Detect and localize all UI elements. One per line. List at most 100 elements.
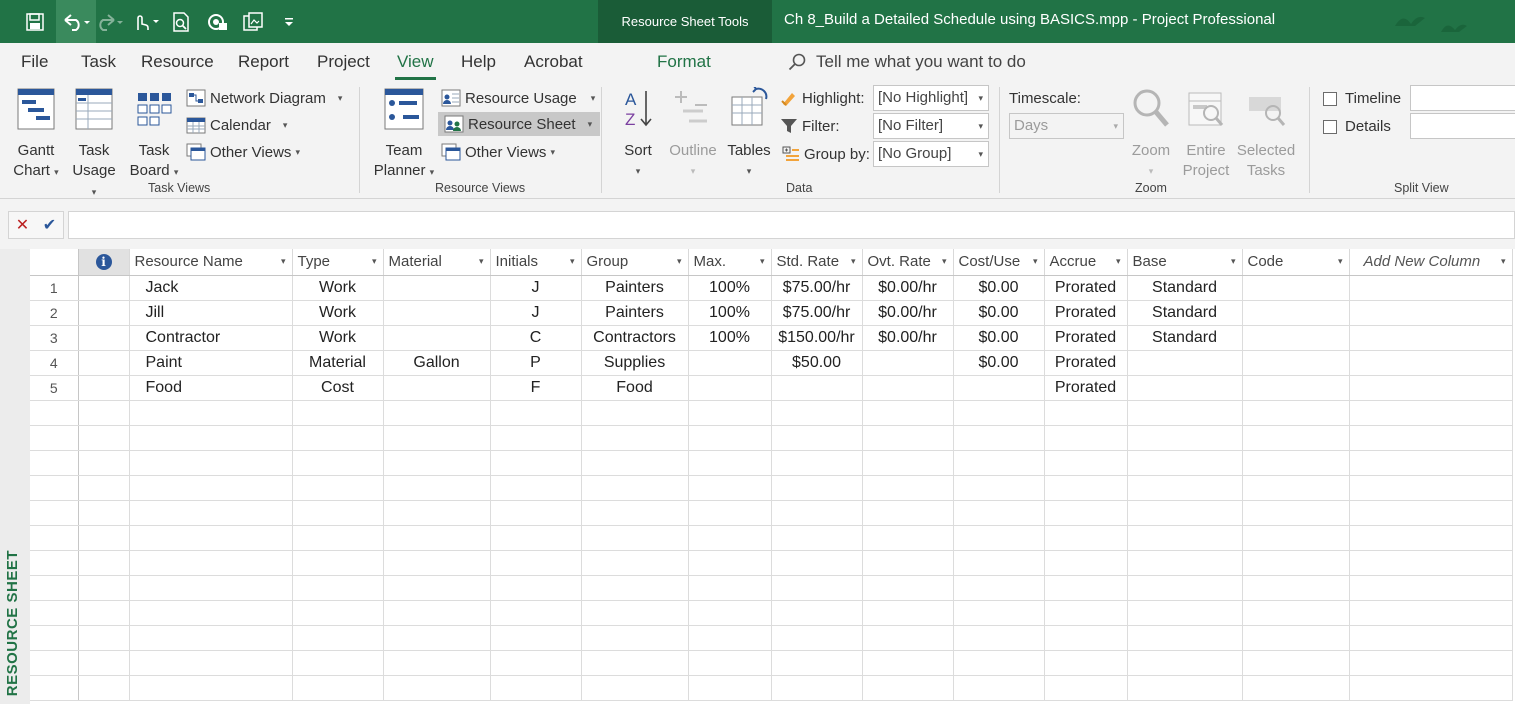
empty-cell[interactable] xyxy=(1044,600,1128,626)
table-row-empty[interactable] xyxy=(30,650,1513,676)
tell-me-search[interactable]: Tell me what you want to do xyxy=(788,52,1026,72)
empty-cell[interactable] xyxy=(1242,675,1350,701)
empty-cell[interactable] xyxy=(129,575,293,601)
cell-name[interactable]: Contractor xyxy=(129,325,293,351)
cell-code[interactable] xyxy=(1242,375,1350,401)
empty-cell[interactable] xyxy=(1044,625,1128,651)
empty-cell[interactable] xyxy=(383,500,491,526)
row-number[interactable]: 5 xyxy=(30,375,79,401)
empty-cell[interactable] xyxy=(862,400,954,426)
column-header-group[interactable]: Group ▾ xyxy=(581,249,689,276)
cell-type[interactable]: Work xyxy=(292,325,384,351)
cell-group[interactable]: Food xyxy=(581,375,689,401)
empty-cell[interactable] xyxy=(953,675,1045,701)
indicator-cell[interactable] xyxy=(78,300,130,326)
cell-std-rate[interactable]: $150.00/hr xyxy=(771,325,863,351)
cell-base[interactable] xyxy=(1127,350,1243,376)
empty-cell[interactable] xyxy=(581,425,689,451)
empty-cell[interactable] xyxy=(862,475,954,501)
empty-cell[interactable] xyxy=(129,475,293,501)
row-number[interactable] xyxy=(30,575,79,601)
empty-cell[interactable] xyxy=(862,525,954,551)
empty-cell[interactable] xyxy=(771,575,863,601)
cell-accrue[interactable]: Prorated xyxy=(1044,300,1128,326)
empty-cell[interactable] xyxy=(1127,550,1243,576)
cell-material[interactable] xyxy=(383,375,491,401)
table-row-empty[interactable] xyxy=(30,600,1513,626)
cell-max[interactable] xyxy=(688,375,772,401)
empty-cell[interactable] xyxy=(1242,475,1350,501)
empty-cell[interactable] xyxy=(1349,550,1513,576)
table-row[interactable]: 2 Jill Work J Painters 100% $75.00/hr $0.00/hr $… xyxy=(30,300,1513,326)
tab-report[interactable]: Report xyxy=(238,52,289,72)
cell-base[interactable]: Standard xyxy=(1127,300,1243,326)
zoom-button[interactable]: Zoom ▾ xyxy=(1128,87,1174,181)
empty-cell[interactable] xyxy=(862,550,954,576)
empty-cell[interactable] xyxy=(1242,650,1350,676)
table-row-empty[interactable] xyxy=(30,450,1513,476)
table-row-empty[interactable] xyxy=(30,675,1513,701)
empty-cell[interactable] xyxy=(383,625,491,651)
cell-material[interactable] xyxy=(383,300,491,326)
empty-cell[interactable] xyxy=(771,475,863,501)
cell-cost-use[interactable]: $0.00 xyxy=(953,325,1045,351)
empty-cell[interactable] xyxy=(292,575,384,601)
empty-cell[interactable] xyxy=(953,550,1045,576)
empty-cell[interactable] xyxy=(383,600,491,626)
empty-cell[interactable] xyxy=(129,425,293,451)
cell-ovt-rate[interactable]: $0.00/hr xyxy=(862,325,954,351)
save-icon[interactable] xyxy=(20,0,50,43)
tab-file[interactable]: File xyxy=(21,52,48,72)
row-number[interactable] xyxy=(30,525,79,551)
cell-std-rate[interactable]: $75.00/hr xyxy=(771,275,863,301)
empty-cell[interactable] xyxy=(688,500,772,526)
row-number[interactable] xyxy=(30,425,79,451)
empty-cell[interactable] xyxy=(688,425,772,451)
cell-type[interactable]: Work xyxy=(292,300,384,326)
row-number[interactable] xyxy=(30,675,79,701)
empty-cell[interactable] xyxy=(129,400,293,426)
table-row[interactable]: 1 Jack Work J Painters 100% $75.00/hr $0.00/hr $… xyxy=(30,275,1513,301)
task-usage-button[interactable]: Task Usage ▾ xyxy=(68,87,120,202)
empty-cell[interactable] xyxy=(1127,500,1243,526)
column-header-ovt-rate[interactable]: Ovt. Rate ▾ xyxy=(862,249,954,276)
table-row[interactable]: 4 Paint Material Gallon P Supplies $50.00 $0.00… xyxy=(30,350,1513,376)
empty-cell[interactable] xyxy=(292,450,384,476)
redo-icon[interactable] xyxy=(96,0,126,43)
empty-cell[interactable] xyxy=(129,450,293,476)
cell-initials[interactable]: J xyxy=(490,300,582,326)
touch-mode-icon[interactable] xyxy=(132,0,162,43)
cell-name[interactable]: Food xyxy=(129,375,293,401)
empty-cell[interactable] xyxy=(78,450,130,476)
table-row-empty[interactable] xyxy=(30,550,1513,576)
empty-cell[interactable] xyxy=(78,625,130,651)
empty-cell[interactable] xyxy=(129,550,293,576)
resource-sheet-button[interactable]: Resource Sheet ▾ xyxy=(438,112,601,136)
cell-base[interactable] xyxy=(1127,375,1243,401)
empty-cell[interactable] xyxy=(383,550,491,576)
empty-cell[interactable] xyxy=(953,400,1045,426)
empty-cell[interactable] xyxy=(292,625,384,651)
empty-cell[interactable] xyxy=(688,525,772,551)
empty-cell[interactable] xyxy=(953,625,1045,651)
sort-button[interactable]: AZ Sort ▾ xyxy=(618,87,658,181)
cell-ovt-rate[interactable] xyxy=(862,375,954,401)
cell-type[interactable]: Material xyxy=(292,350,384,376)
cell-std-rate[interactable]: $75.00/hr xyxy=(771,300,863,326)
empty-cell[interactable] xyxy=(581,675,689,701)
empty-cell[interactable] xyxy=(78,575,130,601)
empty-cell[interactable] xyxy=(490,625,582,651)
tab-help[interactable]: Help xyxy=(461,52,496,72)
empty-cell[interactable] xyxy=(771,500,863,526)
cell-accrue[interactable]: Prorated xyxy=(1044,275,1128,301)
row-number[interactable] xyxy=(30,650,79,676)
empty-cell[interactable] xyxy=(292,400,384,426)
column-header-std-rate[interactable]: Std. Rate ▾ xyxy=(771,249,863,276)
table-row-empty[interactable] xyxy=(30,500,1513,526)
empty-cell[interactable] xyxy=(953,575,1045,601)
cell-cost-use[interactable]: $0.00 xyxy=(953,350,1045,376)
empty-cell[interactable] xyxy=(78,650,130,676)
cell-code[interactable] xyxy=(1242,300,1350,326)
cell-material[interactable]: Gallon xyxy=(383,350,491,376)
empty-cell[interactable] xyxy=(78,475,130,501)
